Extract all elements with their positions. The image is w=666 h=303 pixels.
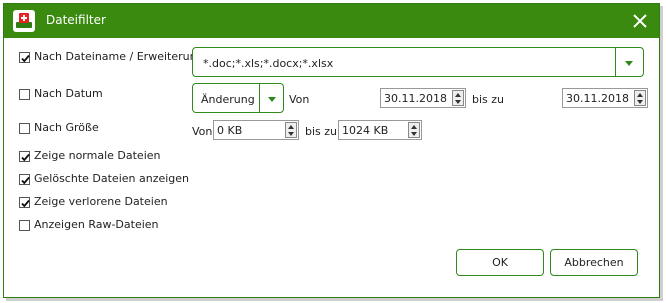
checkmark-icon	[21, 176, 30, 185]
label-size: Nach Größe	[34, 121, 99, 134]
date-from-field[interactable]: 30.11.2018	[380, 88, 466, 108]
label-normal-files: Zeige normale Dateien	[34, 149, 161, 162]
spin-down-icon	[288, 132, 294, 136]
size-from-value: 0 KB	[217, 124, 243, 137]
size-from-label: Von	[192, 125, 213, 138]
spin-buttons[interactable]	[285, 122, 297, 138]
app-icon	[13, 10, 35, 32]
close-icon	[633, 14, 647, 28]
date-from-value: 30.11.2018	[384, 92, 447, 105]
spin-buttons[interactable]	[634, 90, 646, 106]
size-to-field[interactable]: 1024 KB	[338, 120, 422, 140]
date-from-label: Von	[289, 93, 310, 106]
date-type-combobox[interactable]: Änderung	[192, 83, 284, 113]
size-from-field[interactable]: 0 KB	[213, 120, 299, 140]
checkbox-lost-files[interactable]	[19, 197, 30, 208]
checkbox-raw-files[interactable]	[19, 220, 30, 231]
spin-down-icon	[637, 100, 643, 104]
chevron-down-icon[interactable]	[625, 61, 633, 66]
label-lost-files: Zeige verlorene Dateien	[34, 195, 168, 208]
spin-up-icon	[455, 93, 461, 97]
date-to-label: bis zu	[472, 93, 505, 106]
combo-separator	[259, 84, 260, 112]
checkbox-name-extension[interactable]	[19, 52, 30, 63]
chevron-down-icon[interactable]	[268, 97, 276, 102]
checkmark-icon	[21, 54, 30, 63]
label-name-extension: Nach Dateiname / Erweiterung	[34, 50, 204, 63]
combo-separator	[615, 48, 616, 76]
spin-down-icon	[411, 132, 417, 136]
ok-button[interactable]: OK	[456, 249, 544, 276]
checkbox-normal-files[interactable]	[19, 151, 30, 162]
date-type-value: Änderung	[201, 93, 255, 106]
size-to-label: bis zu	[305, 125, 338, 138]
spin-up-icon	[637, 93, 643, 97]
spin-down-icon	[455, 100, 461, 104]
cancel-button[interactable]: Abbrechen	[550, 249, 638, 276]
checkbox-size[interactable]	[19, 123, 30, 134]
spin-buttons[interactable]	[452, 90, 464, 106]
extensions-value: *.doc;*.xls;*.docx;*.xlsx	[203, 57, 334, 70]
checkmark-icon	[21, 199, 30, 208]
window-title: Dateifilter	[46, 13, 106, 27]
label-deleted-files: Gelöschte Dateien anzeigen	[34, 172, 190, 185]
spin-up-icon	[288, 125, 294, 129]
extensions-combobox[interactable]: *.doc;*.xls;*.docx;*.xlsx	[192, 47, 644, 77]
spin-up-icon	[411, 125, 417, 129]
size-to-value: 1024 KB	[342, 124, 389, 137]
checkbox-date[interactable]	[19, 89, 30, 100]
checkbox-deleted-files[interactable]	[19, 174, 30, 185]
checkmark-icon	[21, 153, 30, 162]
spin-buttons[interactable]	[408, 122, 420, 138]
label-date: Nach Datum	[34, 87, 103, 100]
date-to-value: 30.11.2018	[566, 92, 629, 105]
close-button[interactable]	[629, 10, 651, 32]
title-bar: Dateifilter	[4, 4, 659, 38]
dialog-window: Dateifilter Nach Dateiname / Erweiterung…	[3, 3, 660, 298]
label-raw-files: Anzeigen Raw-Dateien	[34, 218, 159, 231]
date-to-field[interactable]: 30.11.2018	[562, 88, 648, 108]
